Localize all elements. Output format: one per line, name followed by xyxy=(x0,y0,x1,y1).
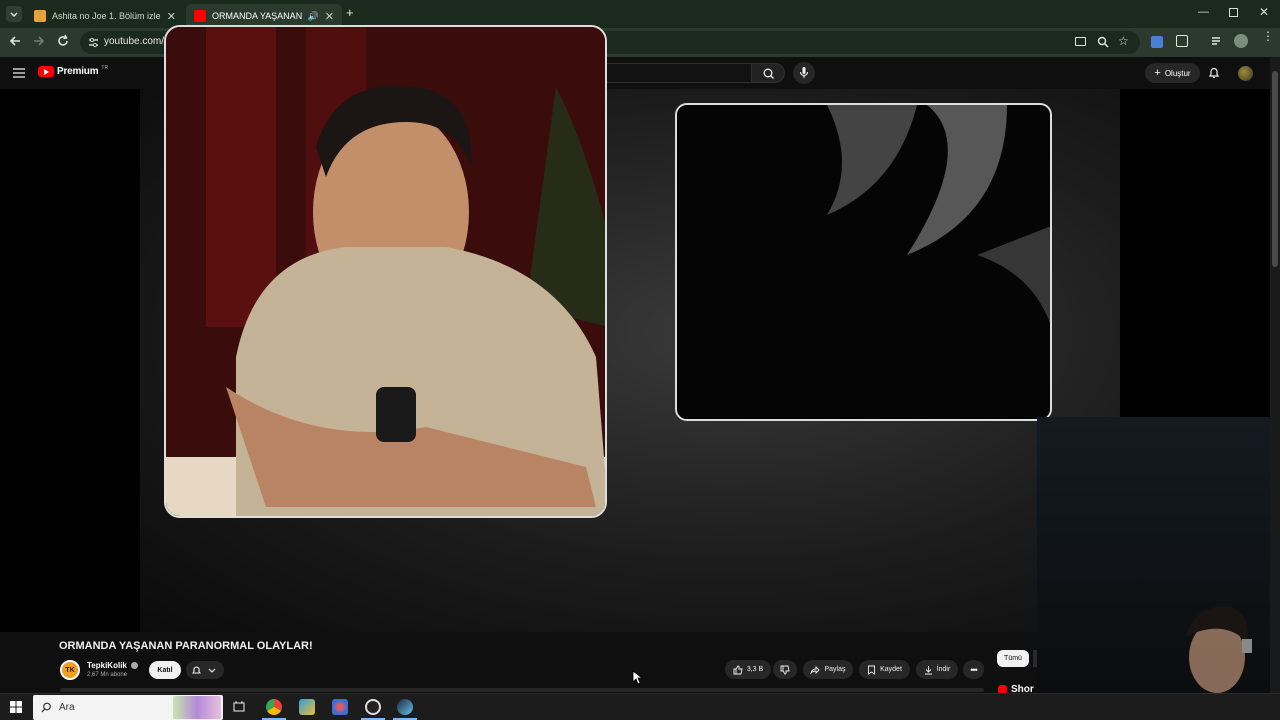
media-controls-icon[interactable] xyxy=(1211,35,1223,47)
install-app-icon[interactable] xyxy=(1075,37,1086,46)
like-button[interactable]: 3,3 B xyxy=(725,660,771,679)
join-button[interactable]: Katıl xyxy=(149,661,181,679)
region-code: TR xyxy=(101,64,109,71)
file-manager-taskbar-icon[interactable] xyxy=(299,699,315,715)
youtube-logo[interactable]: Premium TR xyxy=(38,64,109,77)
youtube-play-logo-icon xyxy=(38,66,54,77)
menu-kebab-icon[interactable]: ⋮ xyxy=(1262,30,1274,42)
browser-tab-strip: Ashita no Joe 1. Bölüm izle | Ar ✕ ORMAN… xyxy=(0,0,1280,28)
steam-taskbar-icon[interactable] xyxy=(397,699,413,715)
share-label: Paylaş xyxy=(824,666,846,673)
page-scrollbar[interactable] xyxy=(1270,57,1280,693)
subscriber-count: 2,67 Mn abone xyxy=(87,672,128,678)
windows-start-icon[interactable] xyxy=(10,701,22,713)
thumbs-down-icon xyxy=(780,665,790,674)
davinci-resolve-taskbar-icon[interactable] xyxy=(332,699,348,715)
channel-name-text: TepkiKolik xyxy=(87,661,127,670)
extensions-icon[interactable] xyxy=(1176,35,1188,47)
account-avatar[interactable] xyxy=(1238,66,1253,81)
obs-taskbar-icon[interactable] xyxy=(365,699,381,715)
create-button[interactable]: + Oluştur xyxy=(1145,63,1200,83)
audio-playing-icon[interactable]: 🔊 xyxy=(308,11,319,22)
bookmark-icon xyxy=(868,665,876,675)
microphone-icon xyxy=(799,67,809,78)
hamburger-menu-icon[interactable] xyxy=(13,68,25,78)
search-icon xyxy=(41,702,52,713)
scrollbar-thumb[interactable] xyxy=(1272,71,1278,267)
premium-logo-text: Premium xyxy=(57,66,99,77)
zoom-icon[interactable] xyxy=(1097,36,1109,48)
notifications-bell-icon[interactable] xyxy=(1208,66,1220,79)
search-highlight-image xyxy=(173,696,221,719)
paranormal-footage-image xyxy=(677,105,1050,419)
profile-avatar[interactable] xyxy=(1234,34,1248,48)
chrome-taskbar-icon[interactable] xyxy=(266,699,282,715)
bookmark-star-icon[interactable]: ☆ xyxy=(1118,34,1129,48)
more-horizontal-icon: ••• xyxy=(970,664,978,675)
video-info-section: ORMANDA YAŞANAN PARANORMAL OLAYLAR! TK T… xyxy=(0,632,1037,693)
tab-ashita-no-joe[interactable]: Ashita no Joe 1. Bölüm izle | Ar ✕ xyxy=(26,4,184,28)
reload-icon[interactable] xyxy=(56,34,70,48)
video-title: ORMANDA YAŞANAN PARANORMAL OLAYLAR! xyxy=(59,640,313,652)
close-window-icon[interactable]: ✕ xyxy=(1259,5,1269,19)
download-label: İndir xyxy=(936,666,951,673)
comments-divider xyxy=(60,688,984,692)
streamer-image xyxy=(1185,606,1252,693)
tab-search-button[interactable] xyxy=(6,6,22,22)
tab-title: ORMANDA YAŞANAN PARANORMAL xyxy=(212,11,304,21)
bell-icon xyxy=(191,666,202,674)
site-favicon-icon xyxy=(34,10,46,22)
download-button[interactable]: İndir xyxy=(916,660,958,679)
download-icon xyxy=(924,665,932,674)
chevron-down-icon xyxy=(10,12,18,18)
minimize-icon[interactable]: — xyxy=(1198,6,1209,18)
dislike-button[interactable] xyxy=(773,660,797,679)
close-tab-icon[interactable]: ✕ xyxy=(325,10,334,23)
new-tab-button[interactable]: + xyxy=(346,6,360,20)
save-label: Kaydet xyxy=(880,666,902,673)
reactor-webcam-panel xyxy=(164,25,607,518)
search-button[interactable] xyxy=(751,63,785,83)
chip-row-edge xyxy=(1033,650,1037,667)
thumbs-up-icon xyxy=(733,665,743,674)
reactor-image xyxy=(166,27,605,516)
subscribe-notification-button[interactable] xyxy=(186,661,224,679)
video-clip-panel xyxy=(675,103,1052,421)
close-tab-icon[interactable]: ✕ xyxy=(167,10,176,23)
channel-avatar[interactable]: TK xyxy=(60,660,80,680)
restore-icon[interactable] xyxy=(1229,8,1238,17)
chip-all[interactable]: Tümü xyxy=(997,650,1029,667)
taskbar-search-box[interactable]: Ara xyxy=(33,695,223,720)
youtube-favicon-icon xyxy=(194,10,206,22)
taskbar-search-placeholder: Ara xyxy=(59,702,75,713)
more-actions-button[interactable]: ••• xyxy=(963,660,984,679)
mouse-cursor-icon xyxy=(632,670,642,685)
chevron-down-icon xyxy=(208,668,216,673)
search-icon xyxy=(763,68,774,79)
streamer-webcam-overlay xyxy=(1037,417,1280,720)
verified-check-icon xyxy=(131,662,139,670)
translate-extension-icon[interactable] xyxy=(1151,36,1163,48)
windows-taskbar: Ara xyxy=(0,693,1280,720)
site-info-icon[interactable] xyxy=(88,37,99,48)
forward-icon[interactable] xyxy=(32,34,46,48)
share-button[interactable]: Paylaş xyxy=(803,660,853,679)
task-view-icon[interactable] xyxy=(233,701,245,713)
voice-search-button[interactable] xyxy=(793,62,815,84)
tab-title: Ashita no Joe 1. Bölüm izle | Ar xyxy=(52,11,161,21)
like-count: 3,3 B xyxy=(746,666,764,673)
save-button[interactable]: Kaydet xyxy=(859,660,910,679)
channel-name[interactable]: TepkiKolik xyxy=(87,661,139,670)
share-arrow-icon xyxy=(810,665,821,674)
create-label: Oluştur xyxy=(1164,68,1191,78)
back-icon[interactable] xyxy=(8,34,22,48)
plus-icon: + xyxy=(1154,67,1161,79)
